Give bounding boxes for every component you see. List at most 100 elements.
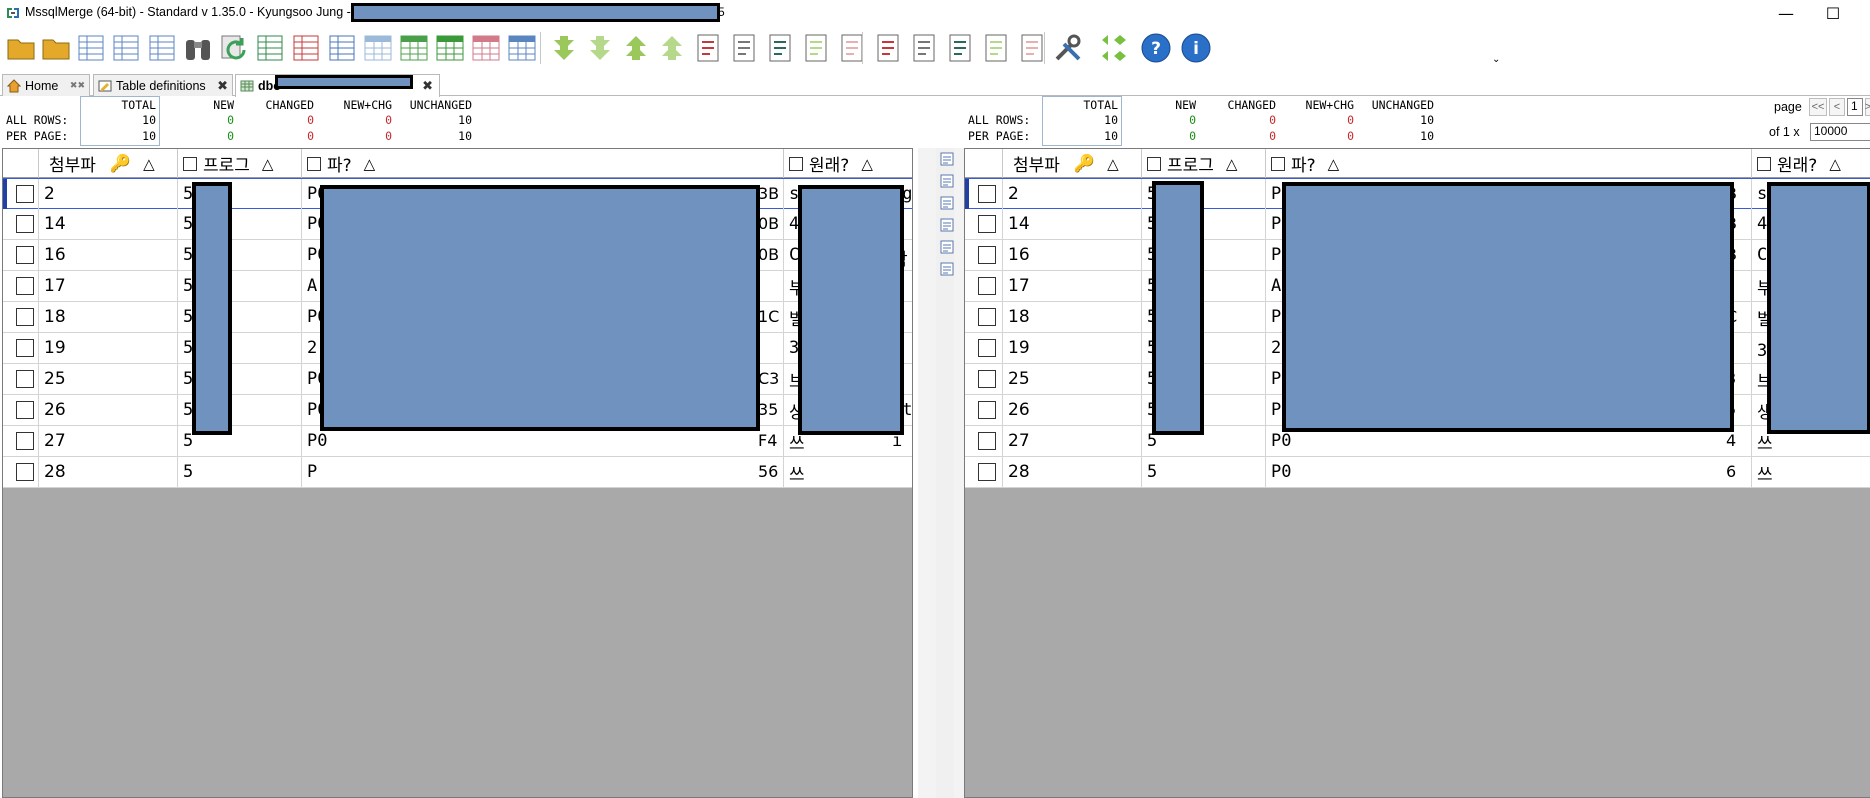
grid-empty-icon[interactable] (362, 32, 394, 64)
cell-id[interactable]: 25 (1003, 364, 1142, 394)
move-down-icon[interactable] (548, 32, 580, 64)
tables-icon[interactable] (75, 32, 107, 64)
row-checkbox-cell[interactable] (965, 457, 1003, 487)
next-page-button[interactable]: > (1865, 98, 1870, 116)
row-checkbox[interactable] (16, 401, 34, 419)
close-icon[interactable]: ✖ (422, 78, 433, 94)
table-select-icon[interactable] (110, 32, 142, 64)
list-icon[interactable] (940, 262, 954, 276)
row-checkbox[interactable] (16, 185, 34, 203)
refresh-icon[interactable] (218, 32, 250, 64)
check-doc-dark-icon[interactable] (764, 32, 796, 64)
cell-col2[interactable]: 5 (178, 457, 302, 487)
first-page-button[interactable]: << (1809, 98, 1827, 116)
row-checkbox[interactable] (16, 339, 34, 357)
row-checkbox[interactable] (978, 246, 996, 264)
row-checkbox-cell[interactable] (3, 426, 39, 456)
column-header-3[interactable]: 파? △ (302, 149, 784, 178)
column-checkbox[interactable] (789, 156, 803, 171)
tools-icon[interactable] (1052, 32, 1084, 64)
row-checkbox-cell[interactable] (965, 364, 1003, 394)
binoculars-icon[interactable] (182, 32, 214, 64)
page-number-input[interactable]: 1 (1847, 98, 1863, 116)
table-settings-icon[interactable] (146, 32, 178, 64)
column-header-1[interactable]: 첨부파 🔑 △ (39, 149, 178, 178)
text-icon[interactable] (940, 240, 954, 254)
info-icon[interactable]: i (1180, 32, 1212, 64)
sort-arrow-icon[interactable]: △ (364, 155, 376, 173)
column-header-2[interactable]: 프로그 △ (178, 149, 302, 178)
row-checkbox-cell[interactable] (3, 457, 39, 487)
copy-icon[interactable] (326, 32, 358, 64)
cell-id[interactable]: 17 (1003, 271, 1142, 301)
row-checkbox-cell[interactable] (3, 179, 39, 209)
cell-id[interactable]: 2 (39, 179, 178, 209)
column-header-3[interactable]: 파? △ (1266, 149, 1752, 178)
blank-doc-2-icon[interactable] (908, 32, 940, 64)
sort-arrow-icon[interactable]: △ (1107, 155, 1119, 173)
row-checkbox[interactable] (978, 401, 996, 419)
row-checkbox[interactable] (16, 463, 34, 481)
row-checkbox[interactable] (978, 308, 996, 326)
cell-id[interactable]: 26 (1003, 395, 1142, 425)
cell-id[interactable]: 17 (39, 271, 178, 301)
page-size-input[interactable]: 10000 (1810, 123, 1870, 141)
cell-id[interactable]: 19 (39, 333, 178, 363)
column-header-4[interactable]: 원래? △ (784, 149, 912, 178)
cell-id[interactable]: 26 (39, 395, 178, 425)
column-checkbox[interactable] (1271, 156, 1285, 171)
open-folder-star-icon[interactable] (40, 32, 72, 64)
cell-id[interactable]: 27 (39, 426, 178, 456)
row-checkbox-cell[interactable] (3, 271, 39, 301)
cell-col3[interactable]: P (302, 457, 784, 487)
sort-arrow-icon[interactable]: △ (1226, 155, 1238, 173)
row-checkbox-cell[interactable] (965, 271, 1003, 301)
row-checkbox-cell[interactable] (965, 209, 1003, 239)
cell-col4[interactable]: 쓰 (1752, 457, 1870, 487)
move-up-icon[interactable] (620, 32, 652, 64)
column-checkbox[interactable] (307, 156, 321, 171)
prev-page-button[interactable]: < (1829, 98, 1845, 116)
row-checkbox[interactable] (16, 215, 34, 233)
table-row[interactable]: 28 5 P0 6 쓰 (965, 457, 1870, 488)
cell-id[interactable]: 19 (1003, 333, 1142, 363)
cell-id[interactable]: 14 (39, 209, 178, 239)
sort-arrow-icon[interactable]: △ (143, 155, 155, 173)
row-checkbox-cell[interactable] (965, 302, 1003, 332)
cell-col4[interactable]: 쓰 (784, 457, 912, 487)
edit-sync-icon[interactable] (940, 196, 954, 210)
help-icon[interactable]: ? (1140, 32, 1172, 64)
minimize-button[interactable]: — (1763, 0, 1809, 26)
grid-green-full-icon[interactable] (434, 32, 466, 64)
row-checkbox-cell[interactable] (3, 209, 39, 239)
cell-id[interactable]: 2 (1003, 179, 1142, 209)
target-grid[interactable]: 첨부파 🔑 △ 프로그 △ 파? △ 원래? △ 25P0Bsc145P0B42… (964, 148, 1870, 798)
row-checkbox-cell[interactable] (965, 179, 1003, 209)
row-checkbox-cell[interactable] (965, 240, 1003, 270)
maximize-button[interactable]: ☐ (1810, 0, 1856, 26)
move-up-light-icon[interactable] (656, 32, 688, 64)
delete-doc-icon[interactable] (836, 32, 868, 64)
column-checkbox[interactable] (1757, 156, 1771, 171)
column-header-1[interactable]: 첨부파 🔑 △ (1003, 149, 1142, 178)
toolbar-overflow-icon[interactable]: ⌄ (1492, 54, 1500, 65)
row-checkbox-cell[interactable] (965, 426, 1003, 456)
row-checkbox-cell[interactable] (965, 395, 1003, 425)
cell-id[interactable]: 16 (1003, 240, 1142, 270)
row-checkbox[interactable] (16, 370, 34, 388)
cell-id[interactable]: 25 (39, 364, 178, 394)
row-checkbox-cell[interactable] (3, 240, 39, 270)
row-checkbox[interactable] (978, 185, 996, 203)
row-checkbox[interactable] (16, 308, 34, 326)
move-down-light-icon[interactable] (584, 32, 616, 64)
check-list-icon[interactable] (692, 32, 724, 64)
cell-col3[interactable]: P0 (1266, 457, 1752, 487)
sort-arrow-icon[interactable]: △ (1829, 155, 1841, 173)
cell-id[interactable]: 28 (1003, 457, 1142, 487)
column-checkbox[interactable] (183, 156, 197, 171)
grid-green-icon[interactable] (398, 32, 430, 64)
row-checkbox[interactable] (16, 277, 34, 295)
cell-id[interactable]: 18 (1003, 302, 1142, 332)
sort-arrow-icon[interactable]: △ (861, 155, 873, 173)
cell-id[interactable]: 18 (39, 302, 178, 332)
